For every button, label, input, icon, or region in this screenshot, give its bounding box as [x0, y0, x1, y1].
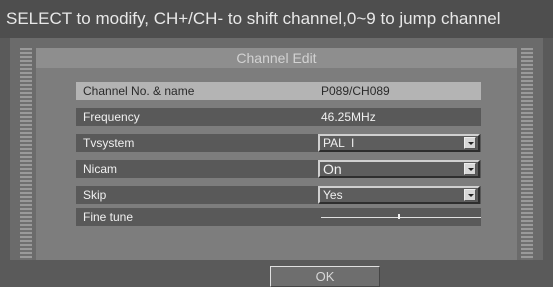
- skip-select[interactable]: Yes: [318, 186, 480, 204]
- tvsystem-select[interactable]: PAL I: [318, 134, 480, 152]
- finetune-slider[interactable]: [321, 217, 481, 218]
- dialog-title: Channel Edit: [36, 48, 517, 68]
- instruction-text: SELECT to modify, CH+/CH- to shift chann…: [6, 9, 501, 28]
- row-nicam[interactable]: Nicam On: [76, 160, 481, 178]
- row-frequency[interactable]: Frequency 46.25MHz: [76, 108, 481, 126]
- nicam-select[interactable]: On: [318, 160, 480, 178]
- finetune-slider-handle[interactable]: [397, 214, 400, 219]
- skip-value: Yes: [323, 188, 343, 202]
- tvsystem-label: Tvsystem: [83, 136, 135, 150]
- instruction-bar: SELECT to modify, CH+/CH- to shift chann…: [0, 0, 553, 38]
- right-decoration-stripe: [521, 48, 533, 260]
- chevron-down-icon[interactable]: [464, 137, 476, 149]
- nicam-value: On: [323, 161, 342, 177]
- chevron-down-icon[interactable]: [464, 189, 476, 201]
- frequency-label: Frequency: [83, 110, 140, 124]
- row-tvsystem[interactable]: Tvsystem PAL I: [76, 134, 481, 152]
- row-finetune[interactable]: Fine tune: [76, 208, 481, 226]
- dialog-body: Channel No. & name P089/CH089 Frequency …: [36, 68, 517, 287]
- nicam-label: Nicam: [83, 162, 118, 176]
- ok-button[interactable]: OK: [270, 266, 380, 287]
- channel-label: Channel No. & name: [83, 84, 195, 98]
- frequency-value: 46.25MHz: [321, 110, 376, 124]
- finetune-label: Fine tune: [83, 210, 134, 224]
- row-channel[interactable]: Channel No. & name P089/CH089: [76, 82, 481, 100]
- left-decoration-stripe: [20, 48, 32, 260]
- row-skip[interactable]: Skip Yes: [76, 186, 481, 204]
- tvsystem-value: PAL I: [323, 136, 355, 150]
- chevron-down-icon[interactable]: [464, 163, 476, 175]
- channel-edit-panel: Channel Edit Channel No. & name P089/CH0…: [10, 38, 543, 287]
- channel-value: P089/CH089: [321, 84, 390, 98]
- skip-label: Skip: [83, 188, 107, 202]
